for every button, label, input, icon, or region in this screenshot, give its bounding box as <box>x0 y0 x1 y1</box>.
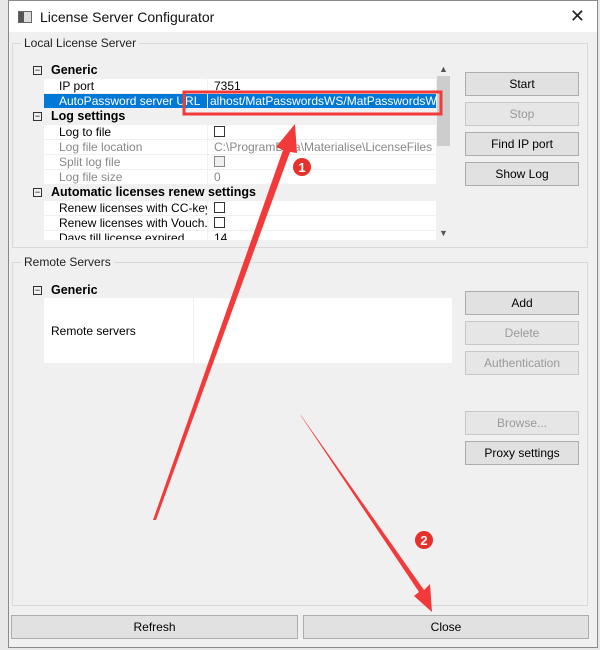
close-button[interactable]: Close <box>303 615 589 639</box>
delete-button[interactable]: Delete <box>465 321 579 345</box>
collapse-icon[interactable]: − <box>33 66 42 75</box>
category-label: Automatic licenses renew settings <box>51 185 256 199</box>
app-icon <box>18 10 32 23</box>
category-remote-generic[interactable]: − Generic <box>30 283 230 298</box>
find-ip-port-button[interactable]: Find IP port <box>465 132 579 156</box>
row-ip-port[interactable]: IP port 7351 <box>30 79 436 94</box>
category-label: Log settings <box>51 109 126 123</box>
prop-name: IP port <box>44 79 207 94</box>
show-log-button[interactable]: Show Log <box>465 162 579 186</box>
local-property-grid[interactable]: − Generic IP port 7351 AutoPassword server… <box>30 62 436 240</box>
close-window-button[interactable]: ✕ <box>570 6 585 27</box>
row-days-till-expired[interactable]: Days till license expired 14 <box>30 231 436 240</box>
prop-value[interactable]: 0 <box>207 170 436 185</box>
stop-button[interactable]: Stop <box>465 102 579 126</box>
authentication-button[interactable]: Authentication <box>465 351 579 375</box>
column-divider <box>193 298 194 363</box>
category-label: Generic <box>51 283 98 297</box>
collapse-icon[interactable]: − <box>33 286 42 295</box>
row-log-file-location[interactable]: Log file location C:\ProgramData\Material… <box>30 140 436 155</box>
collapse-icon[interactable]: − <box>33 112 42 121</box>
category-log-settings[interactable]: − Log settings <box>30 109 436 124</box>
prop-value[interactable]: 7351 <box>207 79 436 94</box>
prop-value <box>207 201 436 216</box>
renew-cc-checkbox[interactable] <box>214 202 225 213</box>
group-label: Local License Server <box>21 36 140 50</box>
row-split-log-file[interactable]: Split log file <box>30 155 436 170</box>
proxy-settings-button[interactable]: Proxy settings <box>465 441 579 465</box>
prop-name: Log file size <box>44 170 207 185</box>
remote-servers-grid[interactable]: Remote servers <box>44 298 452 363</box>
title-bar: License Server Configurator ✕ <box>9 1 597 32</box>
prop-name: Renew licenses with CC-key <box>44 201 207 216</box>
prop-name: Log to file <box>44 125 207 140</box>
row-log-file-size[interactable]: Log file size 0 <box>30 170 436 185</box>
prop-name: Days till license expired <box>44 231 207 240</box>
remote-servers-label: Remote servers <box>51 324 136 338</box>
row-renew-cc-key[interactable]: Renew licenses with CC-key <box>30 201 436 216</box>
refresh-button[interactable]: Refresh <box>11 615 298 639</box>
prop-value <box>207 125 436 140</box>
browse-button[interactable]: Browse... <box>465 411 579 435</box>
prop-value[interactable]: 14 <box>207 231 436 240</box>
add-button[interactable]: Add <box>465 291 579 315</box>
split-log-checkbox[interactable] <box>214 156 225 167</box>
log-to-file-checkbox[interactable] <box>214 126 225 137</box>
prop-value <box>207 216 436 231</box>
row-renew-voucher[interactable]: Renew licenses with Vouch... <box>30 216 436 231</box>
category-label: Generic <box>51 63 98 77</box>
renew-voucher-checkbox[interactable] <box>214 217 225 228</box>
row-log-to-file[interactable]: Log to file <box>30 125 436 140</box>
autopassword-url-input[interactable]: alhost/MatPasswordsWS/MatPasswordsWS.asm… <box>207 94 436 109</box>
scroll-thumb[interactable] <box>437 76 450 146</box>
scroll-down-icon[interactable]: ▼ <box>439 228 448 238</box>
prop-name: Log file location <box>44 140 207 155</box>
window-title: License Server Configurator <box>40 8 215 25</box>
start-button[interactable]: Start <box>465 72 579 96</box>
prop-value[interactable]: C:\ProgramData\Materialise\LicenseFiles <box>207 140 436 155</box>
prop-name: Renew licenses with Vouch... <box>44 216 207 231</box>
property-grid-scrollbar[interactable]: ▲ ▼ <box>436 62 451 240</box>
category-auto-renew[interactable]: − Automatic licenses renew settings <box>30 185 436 200</box>
row-autopassword-url[interactable]: AutoPassword server URL alhost/MatPasswor… <box>30 94 436 109</box>
scroll-up-icon[interactable]: ▲ <box>439 64 448 74</box>
collapse-icon[interactable]: − <box>33 188 42 197</box>
prop-value <box>207 155 436 170</box>
prop-name: Split log file <box>44 155 207 170</box>
group-label: Remote Servers <box>21 255 114 269</box>
prop-name: AutoPassword server URL <box>44 94 207 109</box>
category-generic[interactable]: − Generic <box>30 63 436 78</box>
